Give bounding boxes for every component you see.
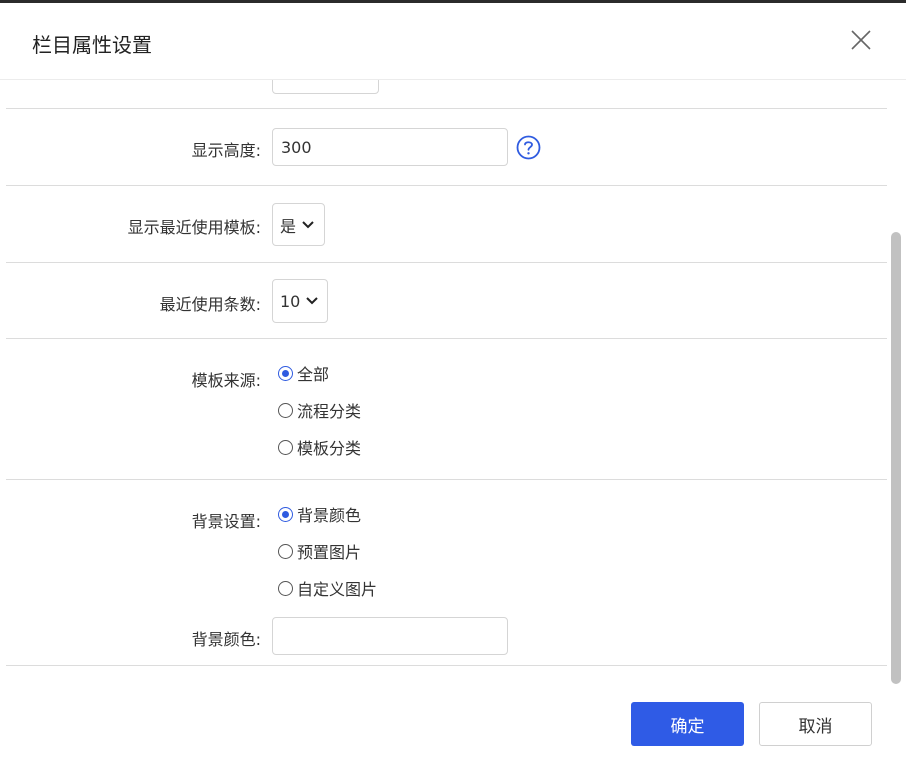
template-source-option-process-category[interactable]: 流程分类	[278, 398, 361, 422]
background-option-color[interactable]: 背景颜色	[278, 502, 361, 526]
divider	[6, 665, 887, 666]
chevron-down-icon	[302, 220, 314, 228]
chevron-down-icon	[306, 297, 319, 305]
vertical-scrollbar[interactable]	[889, 80, 903, 686]
background-setting-label: 背景设置:	[191, 512, 261, 531]
help-circle-icon[interactable]	[516, 135, 541, 160]
column-properties-dialog: 栏目属性设置 显示高度: 300 显示最近使用模板: 是 最近使用条数: 10	[0, 0, 906, 762]
radio-unchecked-icon	[278, 402, 293, 418]
template-source-option-all[interactable]: 全部	[278, 361, 329, 385]
display-height-label: 显示高度:	[191, 141, 261, 160]
recent-count-value: 10	[280, 291, 301, 311]
divider	[6, 108, 887, 109]
cancel-button[interactable]: 取消	[759, 702, 872, 746]
scrollbar-thumb[interactable]	[891, 232, 901, 684]
background-color-input[interactable]	[272, 617, 508, 655]
show-recent-templates-select[interactable]: 是	[272, 203, 325, 246]
radio-label: 预置图片	[297, 543, 362, 562]
show-recent-templates-value: 是	[280, 216, 297, 236]
divider	[6, 479, 887, 480]
dialog-header: 栏目属性设置	[0, 3, 906, 80]
divider	[6, 262, 887, 263]
display-height-input[interactable]: 300	[272, 128, 508, 166]
template-source-label: 模板来源:	[191, 371, 261, 390]
confirm-button[interactable]: 确定	[631, 702, 744, 746]
radio-checked-icon	[278, 365, 293, 381]
radio-label: 自定义图片	[297, 580, 378, 599]
divider	[6, 338, 887, 339]
background-option-preset-image[interactable]: 预置图片	[278, 539, 361, 563]
radio-label: 流程分类	[297, 402, 362, 421]
radio-unchecked-icon	[278, 580, 293, 596]
show-recent-templates-label: 显示最近使用模板:	[127, 218, 261, 237]
dialog-title: 栏目属性设置	[32, 33, 152, 57]
radio-label: 全部	[297, 365, 330, 384]
background-color-label: 背景颜色:	[191, 630, 261, 649]
radio-label: 背景颜色	[297, 506, 362, 525]
radio-unchecked-icon	[278, 439, 293, 455]
divider	[6, 185, 887, 186]
close-icon[interactable]	[850, 29, 872, 51]
recent-count-label: 最近使用条数:	[159, 295, 261, 314]
radio-unchecked-icon	[278, 543, 293, 559]
radio-label: 模板分类	[297, 439, 362, 458]
background-option-custom-image[interactable]: 自定义图片	[278, 576, 377, 600]
radio-checked-icon	[278, 506, 293, 522]
scrolled-input[interactable]	[272, 80, 379, 94]
dialog-body: 显示高度: 300 显示最近使用模板: 是 最近使用条数: 10 模板来源: 全…	[0, 80, 888, 686]
template-source-option-template-category[interactable]: 模板分类	[278, 435, 361, 459]
recent-count-select[interactable]: 10	[272, 279, 328, 323]
dialog-footer: 确定 取消	[0, 686, 906, 762]
